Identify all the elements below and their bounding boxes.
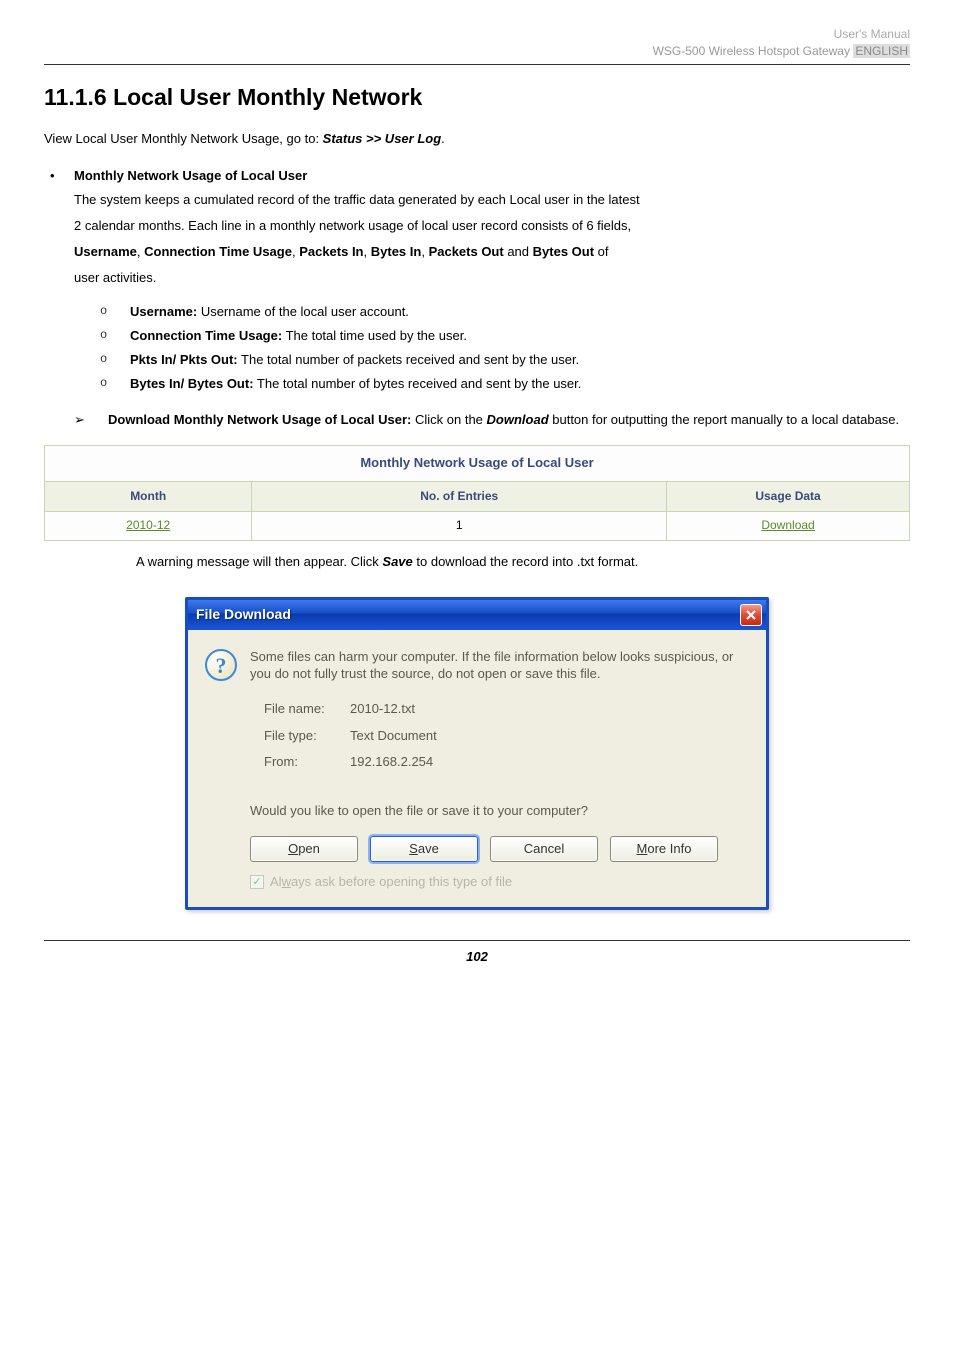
filetype-label: File type: <box>264 726 350 747</box>
close-button[interactable] <box>740 604 762 626</box>
sublist-item: o Connection Time Usage: The total time … <box>100 325 910 347</box>
cancel-button[interactable]: Cancel <box>490 836 598 862</box>
sublist-item: o Username: Username of the local user a… <box>100 301 910 323</box>
close-icon <box>745 609 757 621</box>
bullet-title: Monthly Network Usage of Local User <box>74 166 910 187</box>
bullet-item: • Monthly Network Usage of Local User Th… <box>44 166 910 295</box>
svg-text:?: ? <box>216 653 227 678</box>
header-line-2: WSG-500 Wireless Hotspot Gateway ENGLISH <box>44 43 910 60</box>
section-title: 11.1.6 Local User Monthly Network <box>44 79 910 116</box>
more-info-button[interactable]: More Info <box>610 836 718 862</box>
download-note: ➢ Download Monthly Network Usage of Loca… <box>74 407 910 433</box>
check-icon: ✓ <box>252 877 261 888</box>
page-header: User's Manual WSG-500 Wireless Hotspot G… <box>44 26 910 60</box>
field-sublist: o Username: Username of the local user a… <box>100 301 910 395</box>
save-button[interactable]: Save <box>370 836 478 862</box>
sublist-marker: o <box>100 373 130 395</box>
col-header-usage-data: Usage Data <box>667 482 909 511</box>
from-value: 192.168.2.254 <box>350 752 750 773</box>
warning-text: Some files can harm your computer. If th… <box>250 648 750 683</box>
question-icon: ? <box>204 648 238 682</box>
download-link[interactable]: Download <box>761 518 814 532</box>
usage-table-title: Monthly Network Usage of Local User <box>45 446 909 482</box>
description-paragraph: The system keeps a cumulated record of t… <box>74 187 910 291</box>
sublist-marker: o <box>100 325 130 347</box>
sublist-marker: o <box>100 301 130 323</box>
header-line-1: User's Manual <box>44 26 910 43</box>
filename-label: File name: <box>264 699 350 720</box>
filetype-value: Text Document <box>350 726 750 747</box>
prompt-text: Would you like to open the file or save … <box>250 801 750 822</box>
after-table-note: A warning message will then appear. Clic… <box>136 551 910 573</box>
usage-table-header: Month No. of Entries Usage Data <box>45 482 909 511</box>
open-button[interactable]: Open <box>250 836 358 862</box>
from-label: From: <box>264 752 350 773</box>
table-row: 2010-12 1 Download <box>45 511 909 539</box>
page-footer: 102 <box>44 940 910 968</box>
arrow-marker: ➢ <box>74 407 108 433</box>
sublist-marker: o <box>100 349 130 371</box>
page-number: 102 <box>466 949 488 964</box>
file-download-dialog: File Download <box>185 597 769 910</box>
sublist-item: o Bytes In/ Bytes Out: The total number … <box>100 373 910 395</box>
always-ask-checkbox[interactable]: ✓ <box>250 875 264 889</box>
file-info: File name: 2010-12.txt File type: Text D… <box>264 699 750 773</box>
bullet-marker: • <box>44 166 74 295</box>
sublist-item: o Pkts In/ Pkts Out: The total number of… <box>100 349 910 371</box>
always-ask-label: Always ask before opening this type of f… <box>270 872 512 893</box>
month-link[interactable]: 2010-12 <box>126 518 170 532</box>
entries-cell: 1 <box>252 511 667 539</box>
dialog-buttons: Open Save Cancel More Info <box>250 836 750 862</box>
filename-value: 2010-12.txt <box>350 699 750 720</box>
dialog-titlebar[interactable]: File Download <box>188 600 766 630</box>
usage-table: Monthly Network Usage of Local User Mont… <box>44 445 910 540</box>
header-divider <box>44 64 910 65</box>
intro-paragraph: View Local User Monthly Network Usage, g… <box>44 129 910 150</box>
col-header-entries: No. of Entries <box>252 482 667 511</box>
col-header-month: Month <box>45 482 252 511</box>
dialog-body: ? Some files can harm your computer. If … <box>188 630 766 907</box>
dialog-title: File Download <box>196 603 291 625</box>
always-ask-checkbox-row: ✓ Always ask before opening this type of… <box>250 872 750 893</box>
nav-path: Status >> User Log <box>323 131 441 146</box>
